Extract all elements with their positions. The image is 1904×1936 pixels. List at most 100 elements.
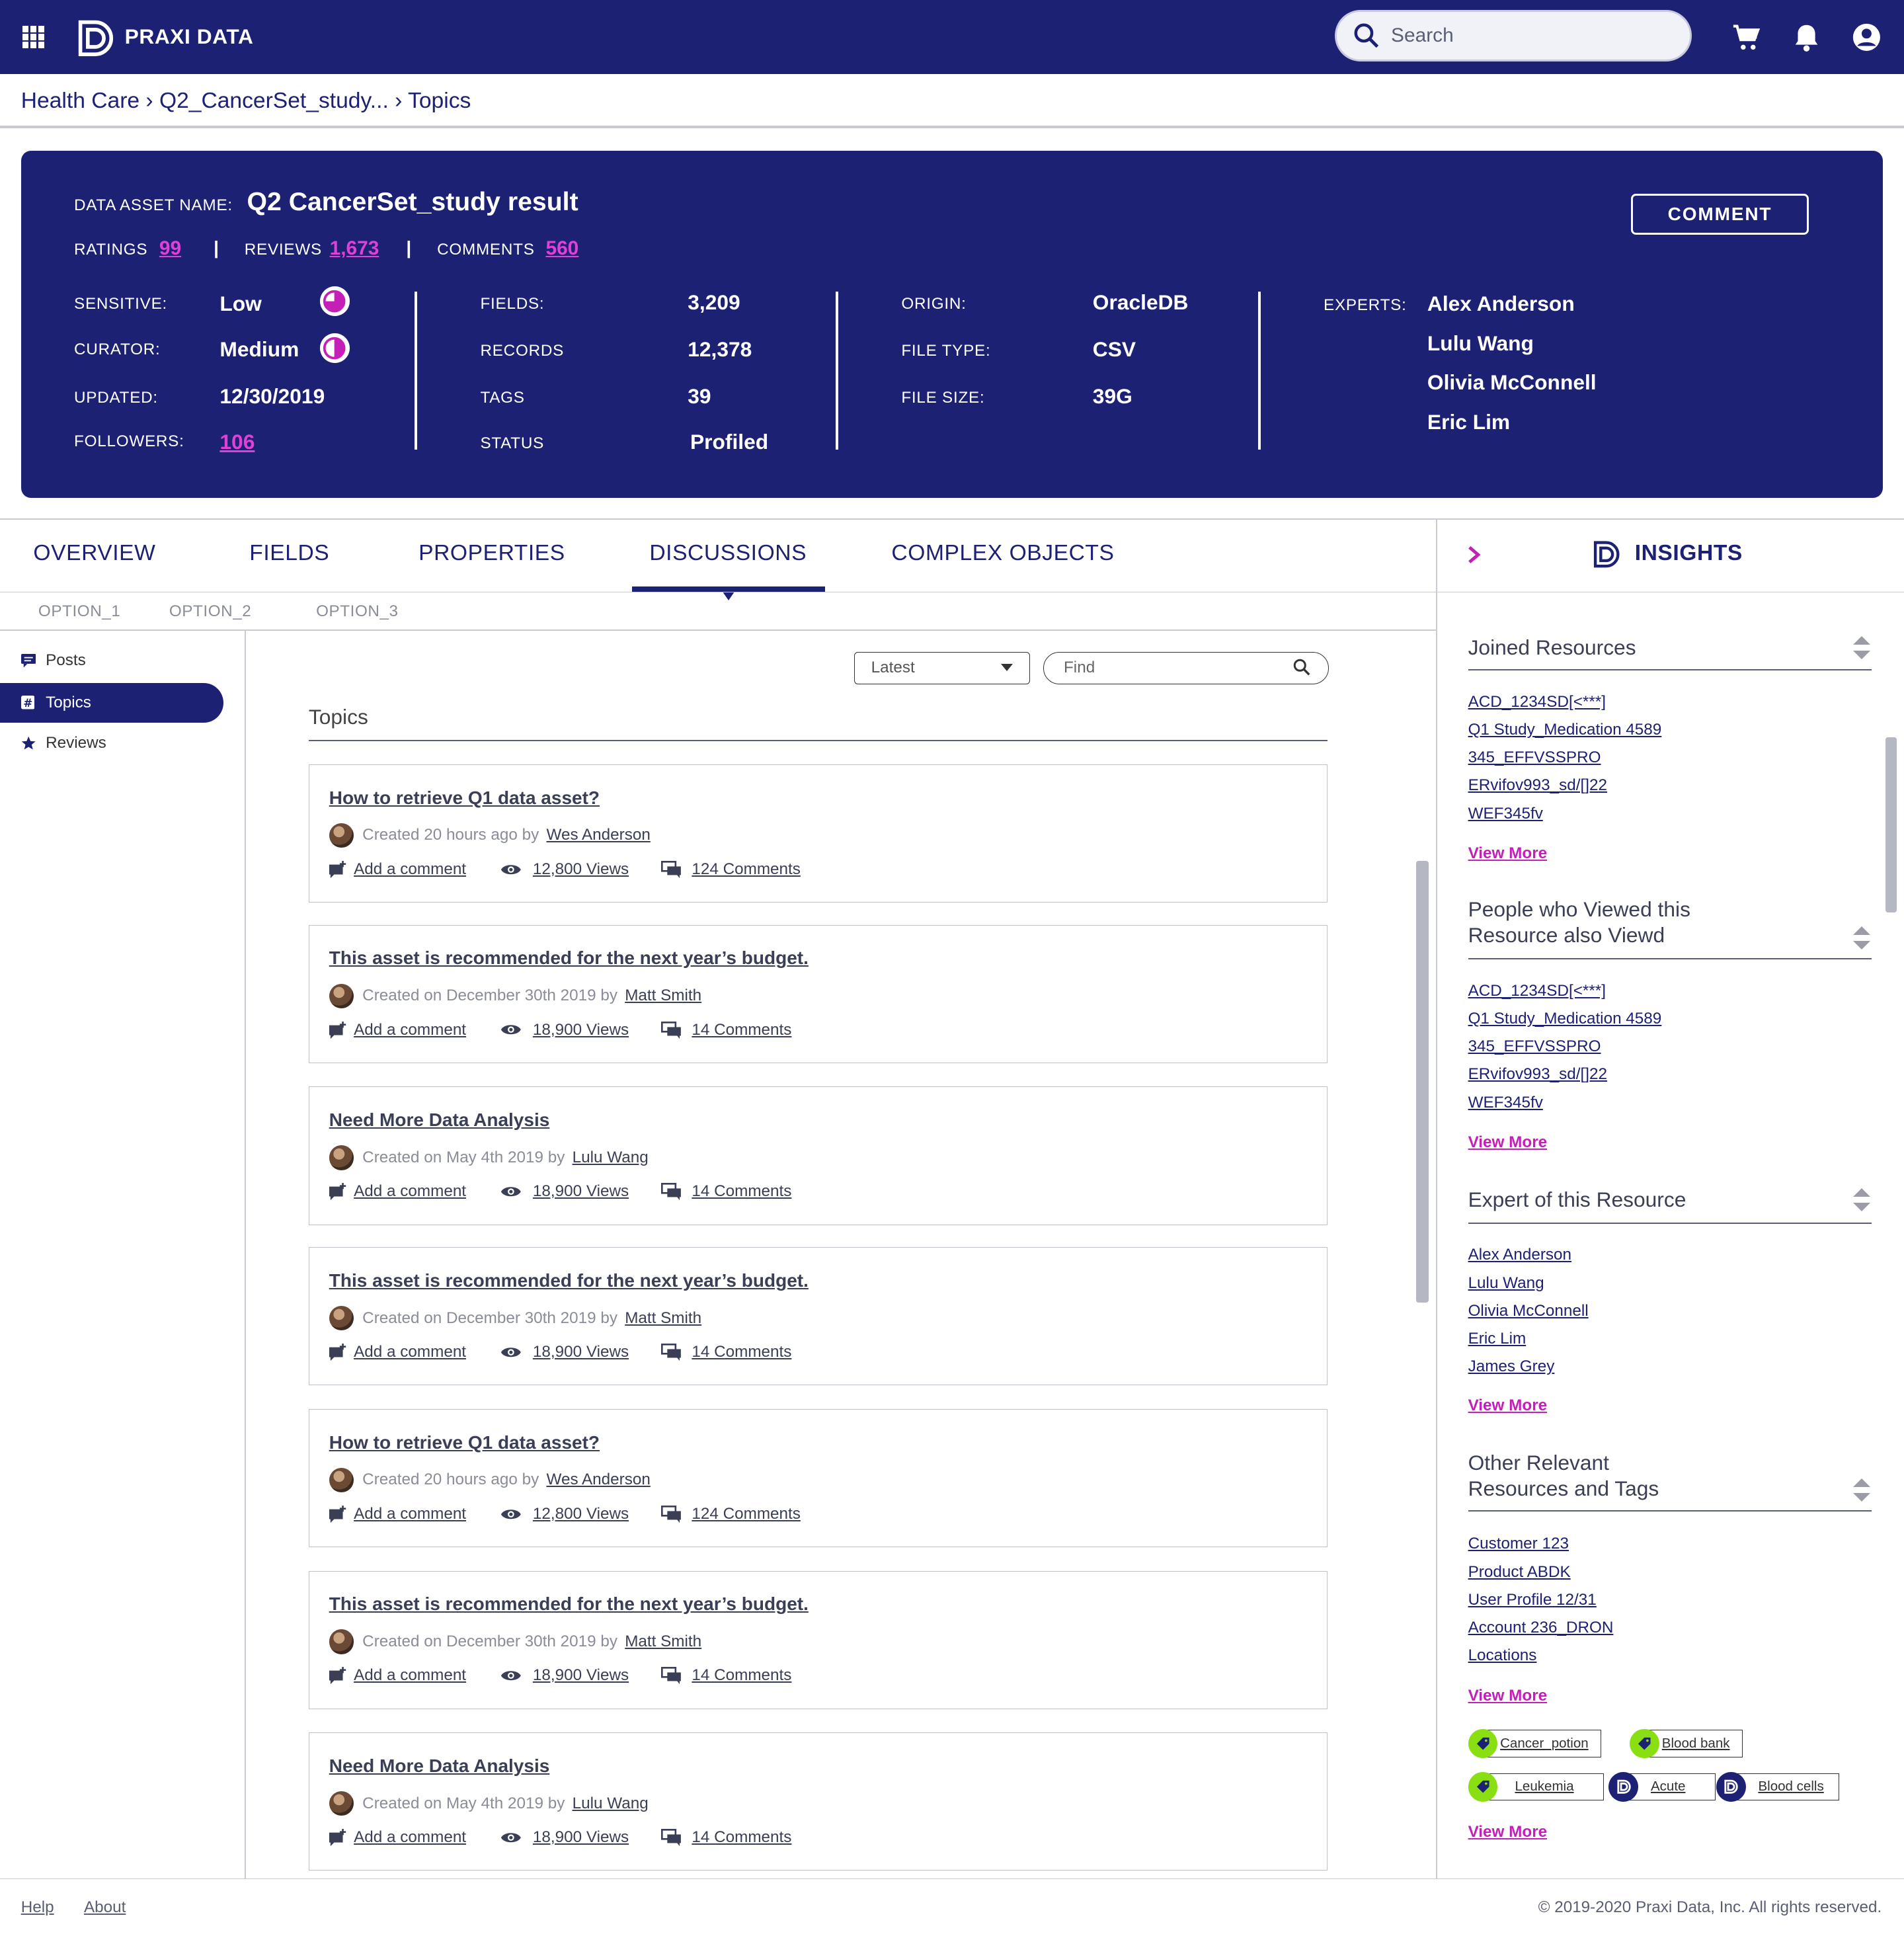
author-link[interactable]: Lulu Wang	[573, 1795, 649, 1813]
views-link[interactable]: 18,900 Views	[500, 1343, 629, 1361]
resource-link[interactable]: Olivia McConnell	[1468, 1302, 1589, 1320]
resource-link[interactable]: Lulu Wang	[1468, 1274, 1544, 1293]
add-comment-button[interactable]: Add a comment	[329, 1666, 466, 1685]
view-more-link[interactable]: View More	[1468, 1133, 1548, 1152]
tab-fields[interactable]: FIELDS	[249, 541, 329, 566]
author-link[interactable]: Wes Anderson	[546, 826, 650, 844]
comments-link[interactable]: 124 Comments	[660, 860, 801, 879]
apps-grid-icon[interactable]	[22, 26, 45, 48]
reviews-link[interactable]: 1,673	[330, 237, 379, 260]
view-more-link[interactable]: View More	[1468, 1396, 1548, 1415]
nav-item-posts[interactable]: Posts	[0, 641, 223, 680]
author-link[interactable]: Matt Smith	[625, 1633, 701, 1651]
views-link[interactable]: 12,800 Views	[500, 1505, 629, 1523]
resource-link[interactable]: 345_EFFVSSPRO	[1468, 748, 1601, 767]
comment-button[interactable]: COMMENT	[1631, 194, 1809, 235]
topic-title-link[interactable]: This asset is recommended for the next y…	[329, 948, 809, 969]
insights-scrollbar[interactable]	[1885, 737, 1897, 913]
author-link[interactable]: Matt Smith	[625, 987, 701, 1005]
views-link[interactable]: 18,900 Views	[500, 1021, 629, 1039]
comments-link[interactable]: 14 Comments	[660, 1343, 791, 1361]
resource-link[interactable]: User Profile 12/31	[1468, 1591, 1597, 1609]
resource-link[interactable]: Customer 123	[1468, 1535, 1569, 1553]
followers-link[interactable]: 106	[219, 430, 255, 454]
sort-select[interactable]: Latest	[854, 652, 1030, 684]
view-more-link[interactable]: View More	[1468, 844, 1548, 863]
tag-chip[interactable]: Cancer_potion	[1468, 1728, 1602, 1759]
resource-link[interactable]: Eric Lim	[1468, 1330, 1527, 1348]
resource-link[interactable]: Locations	[1468, 1646, 1537, 1665]
breadcrumb[interactable]: Health Care › Q2_CancerSet_study... › To…	[21, 89, 471, 114]
topic-title-link[interactable]: Need More Data Analysis	[329, 1755, 550, 1777]
sort-icon[interactable]	[1853, 926, 1871, 951]
comments-link[interactable]: 124 Comments	[660, 1505, 801, 1523]
views-link[interactable]: 18,900 Views	[500, 1182, 629, 1201]
sort-icon[interactable]	[1853, 1188, 1871, 1213]
resource-link[interactable]: Q1 Study_Medication 4589	[1468, 1010, 1662, 1028]
views-link[interactable]: 18,900 Views	[500, 1666, 629, 1685]
resource-link[interactable]: WEF345fv	[1468, 1094, 1543, 1112]
nav-item-reviews[interactable]: Reviews	[0, 723, 223, 763]
posts-scrollbar[interactable]	[1416, 860, 1429, 1303]
author-link[interactable]: Wes Anderson	[546, 1471, 650, 1489]
subtab-option-2[interactable]: OPTION_2	[169, 602, 252, 621]
nav-item-topics[interactable]: # Topics	[0, 682, 224, 723]
subtab-option-3[interactable]: OPTION_3	[316, 602, 399, 621]
comments-link[interactable]: 560	[545, 237, 578, 260]
author-link[interactable]: Matt Smith	[625, 1309, 701, 1328]
cart-icon[interactable]	[1732, 22, 1762, 52]
resource-link[interactable]: Product ABDK	[1468, 1563, 1571, 1582]
add-comment-button[interactable]: Add a comment	[329, 1182, 466, 1201]
resource-link[interactable]: ACD_1234SD[<***]	[1468, 693, 1606, 711]
user-avatar-icon[interactable]	[1852, 22, 1882, 52]
bell-icon[interactable]	[1793, 22, 1820, 52]
add-comment-button[interactable]: Add a comment	[329, 1021, 466, 1039]
help-link[interactable]: Help	[21, 1898, 54, 1917]
resource-link[interactable]: Alex Anderson	[1468, 1246, 1571, 1264]
tab-properties[interactable]: PROPERTIES	[418, 541, 565, 566]
resource-link[interactable]: ERvifov993_sd/[]22	[1468, 1065, 1607, 1084]
topic-title-link[interactable]: This asset is recommended for the next y…	[329, 1593, 809, 1615]
topic-title-link[interactable]: How to retrieve Q1 data asset?	[329, 787, 600, 809]
resource-link[interactable]: ACD_1234SD[<***]	[1468, 982, 1606, 1000]
tag-chip[interactable]: Acute	[1608, 1772, 1716, 1802]
resource-link[interactable]: WEF345fv	[1468, 805, 1543, 823]
comments-link[interactable]: 14 Comments	[660, 1021, 791, 1039]
view-more-link[interactable]: View More	[1468, 1687, 1548, 1705]
tab-discussions[interactable]: DISCUSSIONS	[649, 541, 807, 566]
view-more-link[interactable]: View More	[1468, 1823, 1548, 1841]
topic-title-link[interactable]: How to retrieve Q1 data asset?	[329, 1432, 600, 1453]
find-input[interactable]	[1063, 659, 1274, 678]
tab-overview[interactable]: OVERVIEW	[33, 541, 155, 566]
topic-title-link[interactable]: Need More Data Analysis	[329, 1109, 550, 1131]
add-comment-button[interactable]: Add a comment	[329, 1828, 466, 1847]
sort-icon[interactable]	[1853, 1478, 1871, 1503]
tab-complex-objects[interactable]: COMPLEX OBJECTS	[891, 541, 1114, 566]
ratings-link[interactable]: 99	[159, 237, 181, 260]
sort-icon[interactable]	[1853, 635, 1871, 661]
resource-link[interactable]: 345_EFFVSSPRO	[1468, 1037, 1601, 1056]
resource-link[interactable]: James Grey	[1468, 1357, 1555, 1376]
author-link[interactable]: Lulu Wang	[573, 1149, 649, 1167]
comments-link[interactable]: 14 Comments	[660, 1666, 791, 1685]
chevron-right-icon[interactable]	[1467, 545, 1482, 565]
resource-link[interactable]: Account 236_DRON	[1468, 1619, 1614, 1637]
search-input[interactable]	[1391, 24, 1638, 48]
subtab-option-1[interactable]: OPTION_1	[38, 602, 121, 621]
add-comment-button[interactable]: Add a comment	[329, 860, 466, 879]
about-link[interactable]: About	[84, 1898, 126, 1917]
views-link[interactable]: 18,900 Views	[500, 1828, 629, 1847]
topic-title-link[interactable]: This asset is recommended for the next y…	[329, 1270, 809, 1291]
views-link[interactable]: 12,800 Views	[500, 860, 629, 879]
comments-link[interactable]: 14 Comments	[660, 1828, 791, 1847]
comments-link[interactable]: 14 Comments	[660, 1182, 791, 1201]
find-box[interactable]	[1043, 652, 1329, 684]
tag-chip[interactable]: Leukemia	[1468, 1772, 1605, 1802]
search-box[interactable]	[1334, 9, 1692, 62]
resource-link[interactable]: Q1 Study_Medication 4589	[1468, 721, 1662, 739]
tag-chip[interactable]: Blood bank	[1630, 1728, 1743, 1759]
tag-chip[interactable]: Blood cells	[1716, 1772, 1840, 1802]
add-comment-button[interactable]: Add a comment	[329, 1505, 466, 1523]
resource-link[interactable]: ERvifov993_sd/[]22	[1468, 776, 1607, 795]
add-comment-button[interactable]: Add a comment	[329, 1343, 466, 1361]
